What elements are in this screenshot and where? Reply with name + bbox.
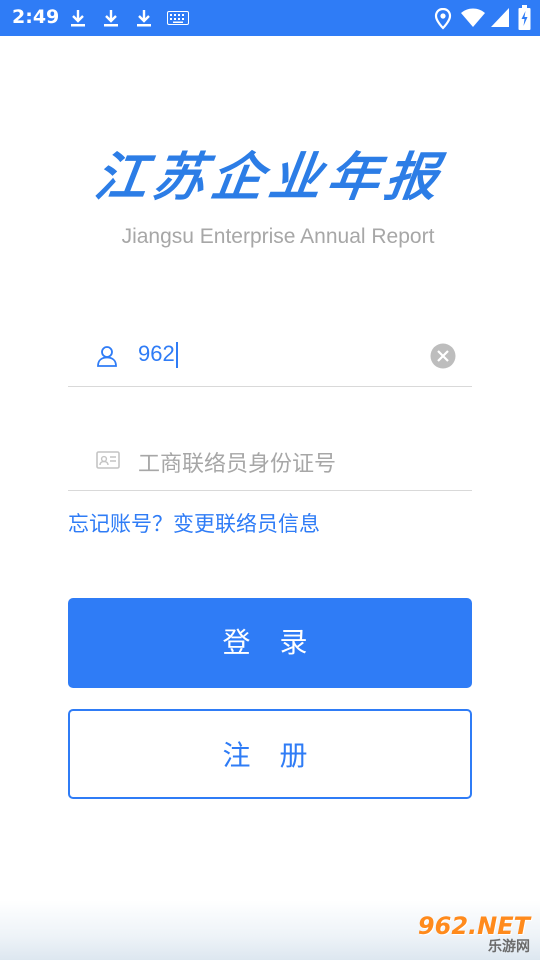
login-button[interactable]: 登 录 bbox=[68, 598, 472, 688]
download-icon bbox=[71, 10, 85, 27]
app-logo-title: 江苏企业年报 bbox=[90, 147, 448, 208]
user-icon bbox=[97, 346, 117, 367]
keyboard-icon bbox=[167, 11, 189, 25]
download-icon bbox=[104, 10, 118, 27]
app-logo-subtitle: Jiangsu Enterprise Annual Report bbox=[121, 225, 435, 248]
watermark: 962.NET 乐游网 bbox=[418, 912, 530, 956]
signal-icon bbox=[491, 8, 509, 27]
battery-icon bbox=[518, 5, 531, 30]
id-number-input[interactable]: 工商联络员身份证号 bbox=[138, 446, 336, 478]
text-caret bbox=[175, 342, 178, 369]
account-input-value: 962 bbox=[138, 341, 175, 366]
status-time: 2:49 bbox=[12, 6, 60, 28]
location-icon bbox=[434, 8, 452, 30]
clear-input-icon[interactable] bbox=[430, 343, 456, 369]
id-number-field[interactable]: 工商联络员身份证号 bbox=[68, 410, 472, 491]
wifi-icon bbox=[461, 8, 485, 27]
register-button[interactable]: 注 册 bbox=[68, 709, 472, 799]
account-field[interactable]: 962 bbox=[68, 306, 472, 387]
status-bar: 2:49 bbox=[0, 0, 540, 36]
account-input[interactable]: 962 bbox=[138, 341, 178, 369]
id-card-icon bbox=[96, 451, 120, 469]
download-icon bbox=[137, 10, 151, 27]
forgot-account-link[interactable]: 忘记账号？变更联络员信息 bbox=[68, 508, 320, 538]
